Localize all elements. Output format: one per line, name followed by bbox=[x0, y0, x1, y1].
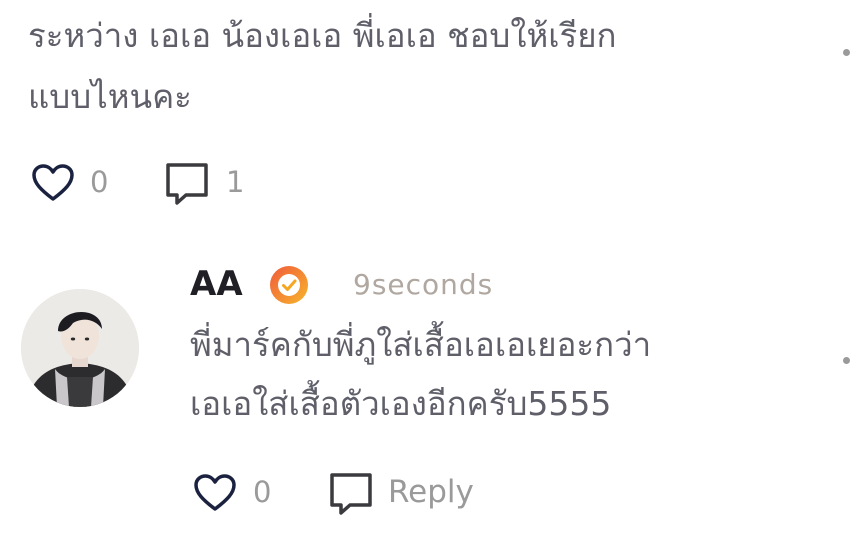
verified-badge-icon bbox=[269, 265, 309, 305]
heart-outline-icon bbox=[194, 474, 236, 511]
reply-text-line-2: เอเอใส่เสื้อตัวเองอีกครับ5555 bbox=[190, 384, 612, 423]
speech-bubble-icon bbox=[330, 473, 372, 515]
like-count: 0 bbox=[90, 165, 109, 199]
heart-outline-icon bbox=[32, 164, 74, 201]
reply-count-button[interactable] bbox=[162, 160, 212, 208]
more-options-icon[interactable] bbox=[843, 49, 850, 56]
more-options-icon[interactable] bbox=[843, 357, 850, 364]
reply-button[interactable] bbox=[326, 470, 376, 518]
avatar[interactable] bbox=[21, 289, 139, 407]
like-button[interactable] bbox=[190, 470, 240, 516]
like-count: 0 bbox=[253, 475, 272, 509]
speech-bubble-icon bbox=[166, 163, 208, 205]
like-button[interactable] bbox=[28, 160, 78, 206]
comment-text-line-2: แบบไหนคะ bbox=[28, 77, 192, 116]
reply-count: 1 bbox=[226, 165, 245, 199]
reply-timestamp: 9seconds bbox=[353, 268, 494, 301]
comment-text-line-1: ระหว่าง เอเอ น้องเอเอ พี่เอเอ ชอบให้เรีย… bbox=[28, 16, 617, 55]
reply-label[interactable]: Reply bbox=[388, 472, 474, 512]
reply-text-line-1: พี่มาร์คกับพี่ภูใส่เสื้อเอเอเยอะกว่า bbox=[190, 325, 652, 364]
reply-author[interactable]: AA bbox=[190, 264, 243, 304]
avatar-image bbox=[21, 289, 139, 407]
